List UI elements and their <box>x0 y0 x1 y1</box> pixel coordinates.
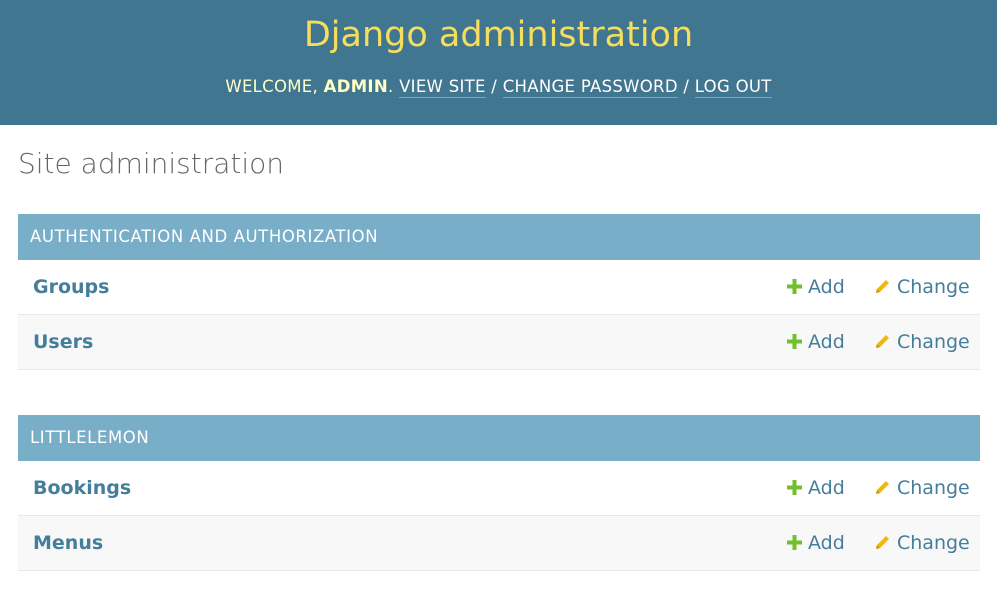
add-users-link[interactable]: Add <box>787 315 845 369</box>
separator: / <box>677 77 695 96</box>
plus-icon <box>787 534 802 550</box>
header: Django administration WELCOME, ADMIN. VI… <box>0 0 997 125</box>
change-groups-link[interactable]: Change <box>874 260 970 314</box>
add-menus-link[interactable]: Add <box>787 516 845 570</box>
separator: / <box>485 77 503 96</box>
pencil-icon <box>876 334 889 348</box>
plus-icon <box>787 278 802 294</box>
model-row-menus: Menus Add Change <box>18 516 980 571</box>
model-row-groups: Groups Add Change <box>18 260 980 315</box>
pencil-icon <box>876 480 889 494</box>
add-groups-link[interactable]: Add <box>787 260 845 314</box>
welcome-suffix: . <box>387 77 400 96</box>
model-link-bookings[interactable]: Bookings <box>33 461 131 515</box>
add-label[interactable]: Add <box>808 331 845 353</box>
module-authentication-and-authorization: AUTHENTICATION AND AUTHORIZATION Groups … <box>18 214 980 370</box>
module-littlelemon: LITTLELEMON Bookings Add Change Menus Ad… <box>18 415 980 571</box>
plus-icon <box>787 333 802 349</box>
welcome-text: WELCOME, <box>225 77 324 96</box>
add-bookings-link[interactable]: Add <box>787 461 845 515</box>
change-label[interactable]: Change <box>897 532 970 554</box>
model-row-bookings: Bookings Add Change <box>18 461 980 516</box>
page-title: Site administration <box>18 147 285 180</box>
add-label[interactable]: Add <box>808 276 845 298</box>
pencil-icon <box>876 535 889 549</box>
model-link-users[interactable]: Users <box>33 315 93 369</box>
add-label[interactable]: Add <box>808 532 845 554</box>
plus-icon <box>787 479 802 495</box>
model-link-menus[interactable]: Menus <box>33 516 103 570</box>
change-password-link[interactable]: CHANGE PASSWORD <box>502 77 678 98</box>
pencil-icon <box>876 279 889 293</box>
change-label[interactable]: Change <box>897 331 970 353</box>
change-menus-link[interactable]: Change <box>874 516 970 570</box>
change-bookings-link[interactable]: Change <box>874 461 970 515</box>
log-out-link[interactable]: LOG OUT <box>694 77 772 98</box>
site-branding[interactable]: Django administration <box>0 15 997 55</box>
change-label[interactable]: Change <box>897 276 970 298</box>
model-link-groups[interactable]: Groups <box>33 260 109 314</box>
site-title[interactable]: Django administration <box>304 15 693 55</box>
view-site-link[interactable]: VIEW SITE <box>399 77 486 98</box>
add-label[interactable]: Add <box>808 477 845 499</box>
model-row-users: Users Add Change <box>18 315 980 370</box>
module-caption[interactable]: AUTHENTICATION AND AUTHORIZATION <box>18 214 980 260</box>
change-label[interactable]: Change <box>897 477 970 499</box>
user-tools: WELCOME, ADMIN. VIEW SITE / CHANGE PASSW… <box>0 77 997 98</box>
module-caption[interactable]: LITTLELEMON <box>18 415 980 461</box>
username: ADMIN <box>323 77 388 96</box>
change-users-link[interactable]: Change <box>874 315 970 369</box>
